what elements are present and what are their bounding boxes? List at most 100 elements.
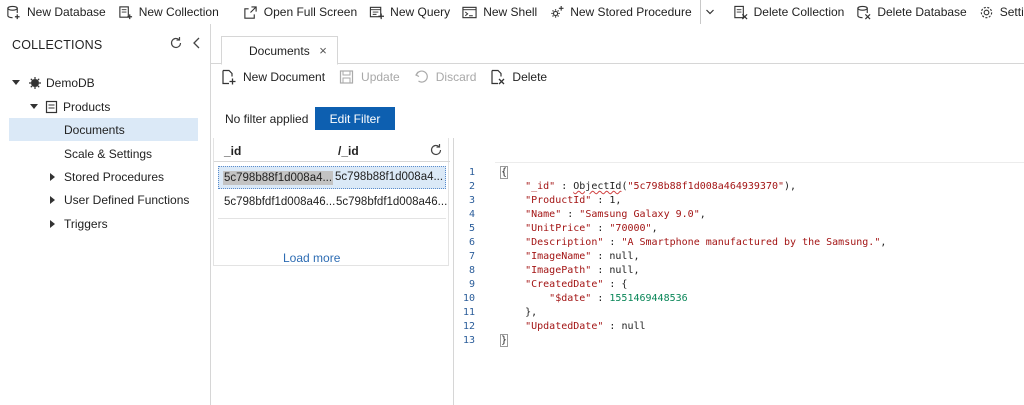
new-collection-icon <box>119 5 132 19</box>
code-line: "$date" : 1551469448536 <box>549 293 688 304</box>
json-unitprice-value: 70000 <box>615 223 646 234</box>
command-toolbar: New Database New Collection Open Full Sc… <box>0 0 1024 24</box>
line-number: 13 <box>462 335 475 346</box>
caret-right-icon[interactable] <box>50 219 55 228</box>
line-number: 9 <box>468 279 475 290</box>
sidebar-item-user-defined-functions[interactable]: User Defined Functions <box>9 188 198 211</box>
settings-label: Settings <box>999 5 1024 19</box>
caret-down-icon[interactable] <box>30 104 38 109</box>
tree-item-collection[interactable]: Products <box>9 95 198 118</box>
collapse-pane-icon[interactable] <box>191 36 203 50</box>
new-document-label: New Document <box>243 70 326 84</box>
new-stored-procedure-label: New Stored Procedure <box>570 5 692 19</box>
gear-icon <box>980 6 992 18</box>
documents-panel: Documents × New Document Update Discard … <box>211 24 1024 405</box>
caret-down-icon[interactable] <box>12 80 20 85</box>
tab-documents[interactable]: Documents × <box>221 36 338 65</box>
json-id-value: 5c798b88f1d008a464939370 <box>633 181 779 192</box>
save-icon <box>339 70 354 84</box>
document-partition-key-cell: 5c798bfdf1d008a46... <box>336 196 448 208</box>
code-line: "UnitPrice" : "70000", <box>525 223 658 234</box>
code-line: "ProductId" : 1, <box>525 195 622 206</box>
column-header-id[interactable]: _id <box>224 144 241 158</box>
row-divider <box>218 218 446 219</box>
delete-database-icon <box>857 5 871 19</box>
database-name: DemoDB <box>46 75 95 90</box>
new-collection-label: New Collection <box>138 5 219 19</box>
caret-right-icon[interactable] <box>50 172 55 181</box>
line-number: 12 <box>462 321 475 332</box>
close-icon[interactable]: × <box>317 44 329 58</box>
collections-header: COLLECTIONS <box>12 38 103 52</box>
new-query-label: New Query <box>390 5 451 19</box>
discard-button[interactable]: Discard <box>414 69 477 85</box>
line-number: 3 <box>468 195 475 206</box>
new-database-button[interactable]: New Database <box>0 0 112 24</box>
delete-database-button[interactable]: Delete Database <box>850 0 972 24</box>
code-line: "CreatedDate" : { <box>525 279 628 290</box>
new-shell-icon <box>462 6 477 18</box>
document-id-cell: 5c798bfdf1d008a46... <box>224 196 336 208</box>
collections-pane: COLLECTIONS DemoDB Products Documents Sc… <box>0 24 211 405</box>
discard-label: Discard <box>435 70 477 84</box>
code-line: "Name" : "Samsung Galaxy 9.0", <box>525 209 706 220</box>
table-row[interactable]: 5c798bfdf1d008a46... 5c798bfdf1d008a46..… <box>218 192 448 215</box>
edit-filter-button[interactable]: Edit Filter <box>315 107 395 130</box>
sidebar-item-label: User Defined Functions <box>64 192 190 207</box>
code-line: } <box>499 334 509 347</box>
line-number: 11 <box>462 307 475 318</box>
delete-database-label: Delete Database <box>877 5 967 19</box>
delete-collection-button[interactable]: Delete Collection <box>727 0 851 24</box>
sidebar-item-scale-settings[interactable]: Scale & Settings <box>9 142 198 165</box>
code-line: { <box>499 166 509 179</box>
line-number: 2 <box>468 181 475 192</box>
sidebar-item-label: Scale & Settings <box>64 146 153 161</box>
caret-right-icon[interactable] <box>50 195 55 204</box>
tab-bar: Documents × <box>211 36 1024 65</box>
code-line: "ImagePath" : null, <box>525 265 640 276</box>
column-header-partition-key[interactable]: /_id <box>338 144 359 158</box>
delete-collection-icon <box>733 5 748 19</box>
new-collection-button[interactable]: New Collection <box>112 0 225 24</box>
more-commands-dropdown[interactable] <box>699 0 719 24</box>
pane-splitter[interactable] <box>453 138 454 405</box>
code-line: "ImageName" : null, <box>525 251 640 262</box>
sidebar-item-documents[interactable]: Documents <box>9 118 198 141</box>
code-line: "_id" : ObjectId("5c798b88f1d008a4649393… <box>525 181 797 192</box>
document-command-bar: New Document Update Discard Delete <box>211 66 1024 88</box>
tree-item-database[interactable]: DemoDB <box>9 71 198 94</box>
open-full-screen-label: Open Full Screen <box>263 5 358 19</box>
new-query-button[interactable]: New Query <box>363 0 456 24</box>
collection-name: Products <box>63 99 111 114</box>
new-shell-label: New Shell <box>483 5 538 19</box>
sidebar-item-stored-procedures[interactable]: Stored Procedures <box>9 165 198 188</box>
line-number: 8 <box>468 265 475 276</box>
delete-document-icon <box>491 69 505 85</box>
code-line: "UpdatedDate" : null <box>525 321 646 332</box>
open-full-screen-button[interactable]: Open Full Screen <box>237 0 363 24</box>
line-number: 10 <box>462 293 475 304</box>
settings-button[interactable]: Settings <box>973 0 1024 24</box>
document-partition-key-cell: 5c798b88f1d008a4... <box>335 171 444 183</box>
new-document-button[interactable]: New Document <box>221 69 325 85</box>
new-stored-procedure-button[interactable]: New Stored Procedure <box>543 0 697 24</box>
load-more-link[interactable]: Load more <box>283 251 340 265</box>
json-editor[interactable]: 1 { 2 "_id" : ObjectId("5c798b88f1d008a46… <box>455 162 1024 405</box>
delete-collection-label: Delete Collection <box>753 5 845 19</box>
line-number: 1 <box>468 167 475 178</box>
sidebar-item-triggers[interactable]: Triggers <box>9 212 198 235</box>
table-row[interactable]: 5c798b88f1d008a4... 5c798b88f1d008a4... <box>218 166 446 189</box>
refresh-documents-icon[interactable] <box>429 143 443 157</box>
json-description-value: A Smartphone manufactured by the Samsung… <box>627 237 875 248</box>
new-shell-button[interactable]: New Shell <box>456 0 543 24</box>
tab-label: Documents <box>249 43 310 58</box>
delete-button[interactable]: Delete <box>490 69 547 85</box>
new-database-label: New Database <box>27 5 106 19</box>
code-line: }, <box>501 307 538 318</box>
update-button[interactable]: Update <box>339 69 400 85</box>
open-full-screen-icon <box>244 5 257 19</box>
refresh-icon[interactable] <box>169 36 183 50</box>
line-number: 5 <box>468 223 475 234</box>
documents-list: _id /_id 5c798b88f1d008a4... 5c798b88f1d… <box>213 138 450 266</box>
undo-icon <box>414 70 428 83</box>
